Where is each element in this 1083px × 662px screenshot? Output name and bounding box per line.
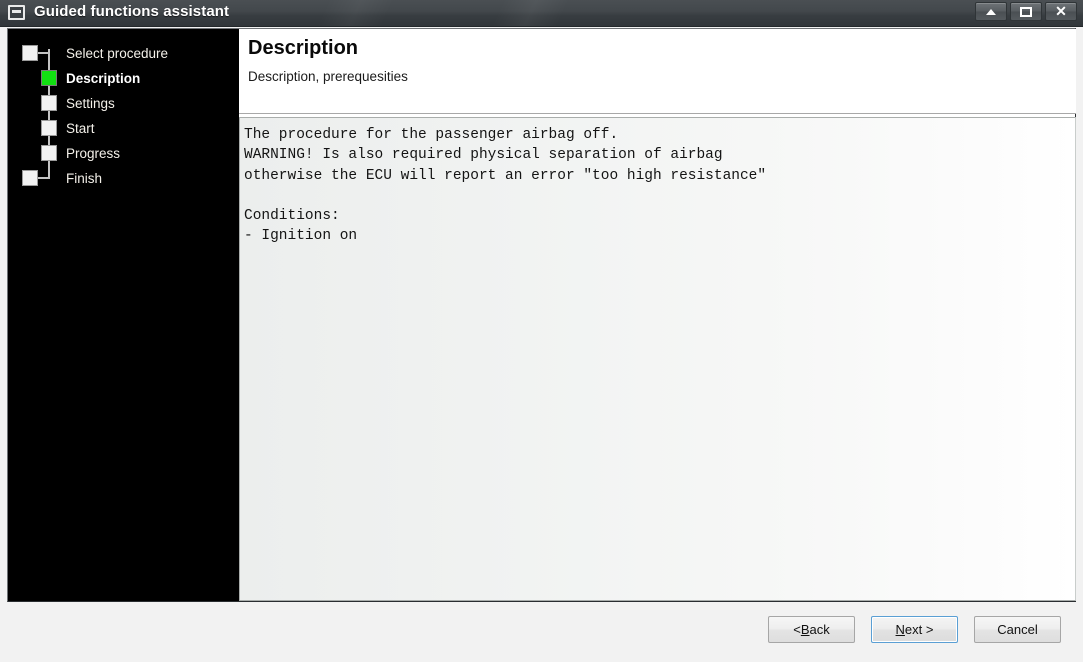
step-marker-icon (22, 45, 38, 61)
sidebar-step-description[interactable]: Description (8, 66, 239, 91)
window-controls: ✕ (975, 2, 1077, 21)
close-button[interactable]: ✕ (1045, 2, 1077, 21)
sidebar-step-label: Select procedure (66, 46, 169, 61)
page-subtitle: Description, prerequesities (248, 69, 408, 84)
sidebar-step-label: Description (66, 71, 141, 86)
sidebar-step-label: Finish (66, 171, 103, 186)
sidebar-step-label: Start (66, 121, 95, 136)
page-title: Description (248, 37, 359, 59)
sidebar-step-label: Settings (66, 96, 115, 111)
shade-button[interactable] (975, 2, 1007, 21)
description-text: The procedure for the passenger airbag o… (244, 127, 767, 245)
sidebar-step-finish[interactable]: Finish (8, 166, 239, 191)
back-button[interactable]: < Back (768, 616, 855, 643)
sidebar-step-label: Progress (66, 146, 121, 161)
step-connector-stub (38, 177, 50, 179)
restore-button[interactable] (1010, 2, 1042, 21)
sidebar-step-progress[interactable]: Progress (8, 141, 239, 166)
wizard-buttons: < Back Next > Cancel (768, 616, 1061, 643)
step-connector-stub (38, 52, 50, 54)
step-marker-icon (41, 145, 57, 161)
cancel-button[interactable]: Cancel (974, 616, 1061, 643)
sidebar-step-select-procedure[interactable]: Select procedure (8, 41, 239, 66)
window-title: Guided functions assistant (34, 3, 230, 20)
step-marker-active-icon (41, 70, 57, 86)
step-marker-icon (22, 170, 38, 186)
sidebar-step-start[interactable]: Start (8, 116, 239, 141)
description-panel: The procedure for the passenger airbag o… (239, 117, 1076, 601)
step-marker-icon (41, 120, 57, 136)
step-marker-icon (41, 95, 57, 111)
window-restore-icon (8, 5, 25, 20)
step-list: Select procedure Description Settings Start… (8, 29, 239, 601)
title-bar: Guided functions assistant ✕ (0, 0, 1083, 27)
sidebar-step-settings[interactable]: Settings (8, 91, 239, 116)
guided-functions-assistant-window: Guided functions assistant ✕ Select proc… (0, 0, 1083, 662)
page-header: Description Description, prerequesities (239, 29, 1076, 114)
step-navigation-sidebar: Select procedure Description Settings Start… (8, 29, 239, 601)
footer-bar: < Back Next > Cancel (0, 603, 1083, 662)
next-button[interactable]: Next > (871, 616, 958, 643)
